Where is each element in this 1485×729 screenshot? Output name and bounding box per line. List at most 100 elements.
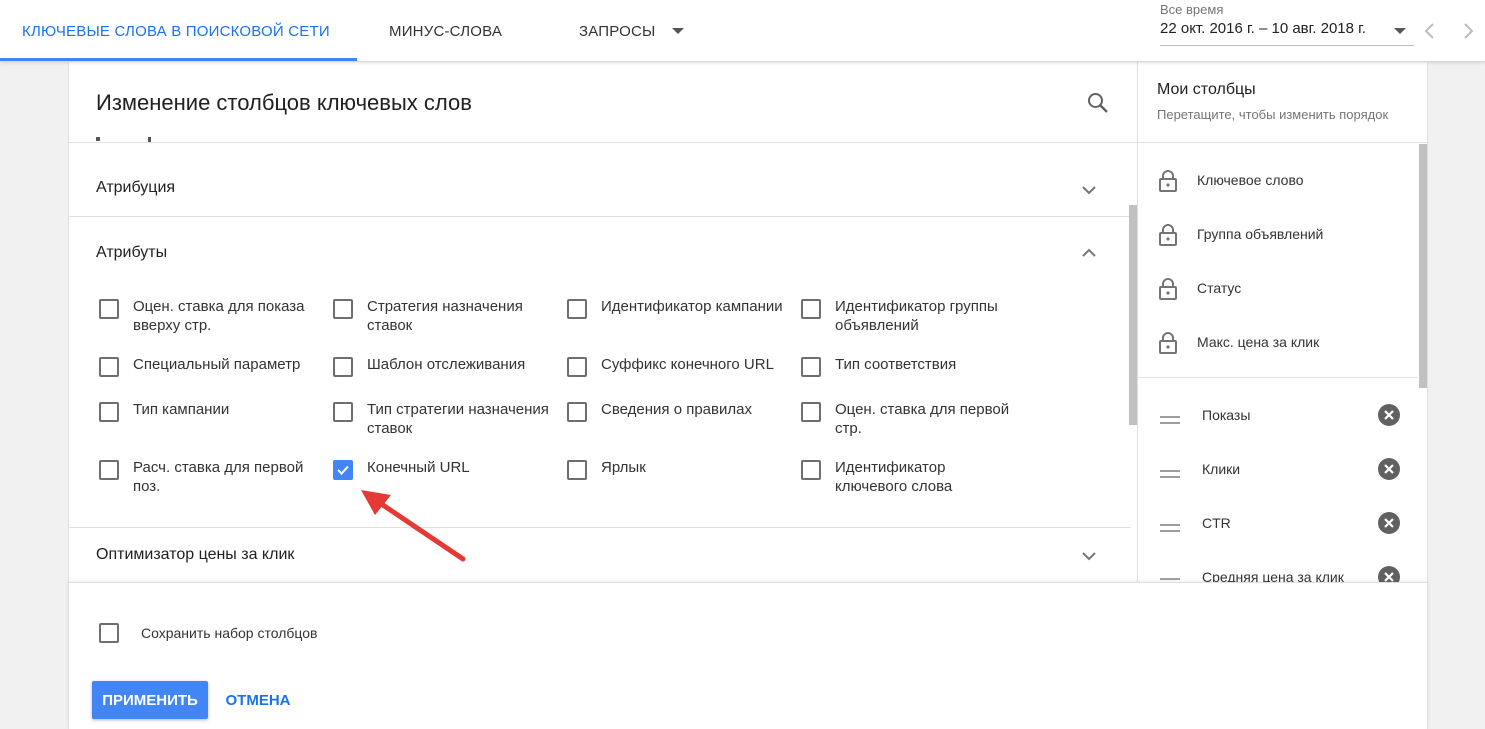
option-checkbox[interactable]: Идентификатор кампании (567, 297, 787, 319)
remove-circle-icon[interactable] (1377, 511, 1401, 535)
divider (1138, 377, 1418, 378)
cancel-button[interactable]: ОТМЕНА (217, 681, 299, 719)
checkbox[interactable] (567, 402, 587, 422)
lock-icon (1158, 332, 1178, 354)
option-checkbox[interactable]: Идентификатор группы объявлений (801, 297, 1021, 335)
dropdown-caret-icon (1394, 28, 1406, 34)
option-label: Оцен. ставка для показа вверху стр. (133, 298, 305, 334)
movable-column-item[interactable]: CTR (1138, 495, 1418, 549)
my-columns-title: Мои столбцы (1157, 81, 1256, 98)
column-name: Макс. цена за клик (1197, 334, 1320, 350)
tab-label: КЛЮЧЕВЫЕ СЛОВА В ПОИСКОВОЙ СЕТИ (22, 22, 330, 40)
chevron-down-icon (1079, 180, 1099, 200)
tab-label: МИНУС-СЛОВА (389, 22, 503, 40)
checkbox[interactable] (567, 460, 587, 480)
checkbox[interactable] (333, 402, 353, 422)
my-columns-scrollbar[interactable] (1419, 144, 1427, 388)
tab-label: ЗАПРОСЫ (579, 22, 656, 40)
checkbox[interactable] (801, 357, 821, 377)
checkbox[interactable] (801, 460, 821, 480)
section-attribution[interactable]: Атрибуция (69, 144, 1131, 217)
date-range-select[interactable]: 22 окт. 2016 г. – 10 авг. 2018 г. (1160, 20, 1414, 46)
option-label: Расч. ставка для первой поз. (133, 459, 304, 495)
option-label: Оцен. ставка для первой стр. (835, 401, 1010, 437)
footer-bar: Сохранить набор столбцов ПРИМЕНИТЬ ОТМЕН… (68, 582, 1428, 729)
checkbox[interactable] (99, 299, 119, 319)
remove-circle-icon[interactable] (1377, 403, 1401, 427)
save-column-set-checkbox[interactable]: Сохранить набор столбцов (99, 623, 317, 643)
drag-handle-icon[interactable] (1160, 573, 1180, 581)
active-tab-indicator (0, 58, 357, 61)
checkbox[interactable] (99, 623, 119, 643)
checkmark-icon (337, 465, 349, 475)
tab-negative-keywords[interactable]: МИНУС-СЛОВА (389, 0, 502, 62)
column-name: Группа объявлений (1197, 226, 1324, 242)
option-checkbox[interactable]: Тип стратегии назначения ставок (333, 400, 553, 438)
drag-handle-icon[interactable] (1160, 519, 1180, 532)
movable-column-item[interactable]: Показы (1138, 387, 1418, 441)
checkbox[interactable] (99, 460, 119, 480)
column-name: Клики (1202, 461, 1241, 477)
section-cpc-optimizer[interactable]: Оптимизатор цены за клик (69, 528, 1131, 582)
checkbox[interactable] (567, 357, 587, 377)
drag-handle-icon[interactable] (1160, 465, 1180, 478)
checkbox[interactable] (333, 357, 353, 377)
remove-circle-icon[interactable] (1377, 565, 1401, 582)
dropdown-caret-icon (671, 28, 684, 34)
option-checkbox[interactable]: Суффикс конечного URL (567, 355, 787, 377)
apply-button[interactable]: ПРИМЕНИТЬ (92, 681, 208, 719)
chevron-down-icon (1079, 546, 1099, 566)
checkbox[interactable] (99, 357, 119, 377)
movable-column-item[interactable]: Клики (1138, 441, 1418, 495)
option-checkbox[interactable]: Оцен. ставка для показа вверху стр. (99, 297, 319, 335)
option-checkbox[interactable]: Специальный параметр (99, 355, 319, 377)
option-checkbox[interactable]: Идентификатор ключевого слова (801, 458, 1021, 496)
option-label: Идентификатор кампании (601, 298, 783, 315)
checkbox[interactable] (99, 402, 119, 422)
next-period-icon[interactable] (1458, 20, 1478, 42)
my-columns-header: Мои столбцы Перетащите, чтобы изменить п… (1138, 62, 1427, 143)
option-checkbox[interactable]: Шаблон отслеживания (333, 355, 553, 377)
checkbox[interactable] (801, 402, 821, 422)
checkbox[interactable] (567, 299, 587, 319)
my-columns-subtitle: Перетащите, чтобы изменить порядок (1157, 107, 1389, 122)
option-label: Тип стратегии назначения ставок (367, 401, 549, 437)
chevron-up-icon[interactable] (1079, 243, 1099, 263)
date-range-value: 22 окт. 2016 г. – 10 авг. 2018 г. (1160, 20, 1366, 37)
option-label: Специальный параметр (133, 356, 301, 373)
option-label: Шаблон отслеживания (367, 356, 526, 373)
column-name: Показы (1202, 407, 1251, 423)
prev-period-icon[interactable] (1420, 20, 1440, 42)
option-label: Тип соответствия (835, 356, 957, 373)
search-icon[interactable] (1085, 90, 1111, 116)
option-label: Конечный URL (367, 459, 470, 476)
edit-columns-panel: Изменение столбцов ключевых слов Атрибуц… (68, 62, 1138, 582)
checkbox[interactable] (801, 299, 821, 319)
column-name: Средняя цена за клик (1202, 569, 1344, 582)
tab-queries[interactable]: ЗАПРОСЫ (579, 0, 684, 62)
date-range-label: Все время (1160, 2, 1224, 17)
option-checkbox-final-url[interactable]: Конечный URL (333, 458, 553, 480)
option-label: Стратегия назначения ставок (367, 298, 523, 334)
section-label: Атрибуты (96, 244, 168, 261)
movable-column-item[interactable]: Средняя цена за клик (1138, 549, 1418, 582)
remove-circle-icon[interactable] (1377, 457, 1401, 481)
checkbox[interactable] (333, 299, 353, 319)
option-checkbox[interactable]: Тип кампании (99, 400, 319, 422)
option-checkbox[interactable]: Расч. ставка для первой поз. (99, 458, 319, 496)
panel-scrollbar[interactable] (1129, 205, 1137, 425)
my-columns-panel: Мои столбцы Перетащите, чтобы изменить п… (1138, 62, 1428, 582)
lock-icon (1158, 278, 1178, 300)
option-checkbox[interactable]: Сведения о правилах (567, 400, 787, 422)
option-label: Идентификатор ключевого слова (835, 459, 953, 495)
panel-header: Изменение столбцов ключевых слов (69, 62, 1137, 143)
option-checkbox[interactable]: Тип соответствия (801, 355, 1021, 377)
checkbox-checked[interactable] (333, 460, 353, 480)
section-label: Атрибуция (96, 179, 176, 196)
option-checkbox[interactable]: Ярлык (567, 458, 787, 480)
option-checkbox[interactable]: Оцен. ставка для первой стр. (801, 400, 1021, 438)
locked-column-item: Ключевое слово (1138, 152, 1418, 206)
drag-handle-icon[interactable] (1160, 411, 1180, 424)
option-checkbox[interactable]: Стратегия назначения ставок (333, 297, 553, 335)
tab-search-keywords[interactable]: КЛЮЧЕВЫЕ СЛОВА В ПОИСКОВОЙ СЕТИ (22, 0, 330, 62)
